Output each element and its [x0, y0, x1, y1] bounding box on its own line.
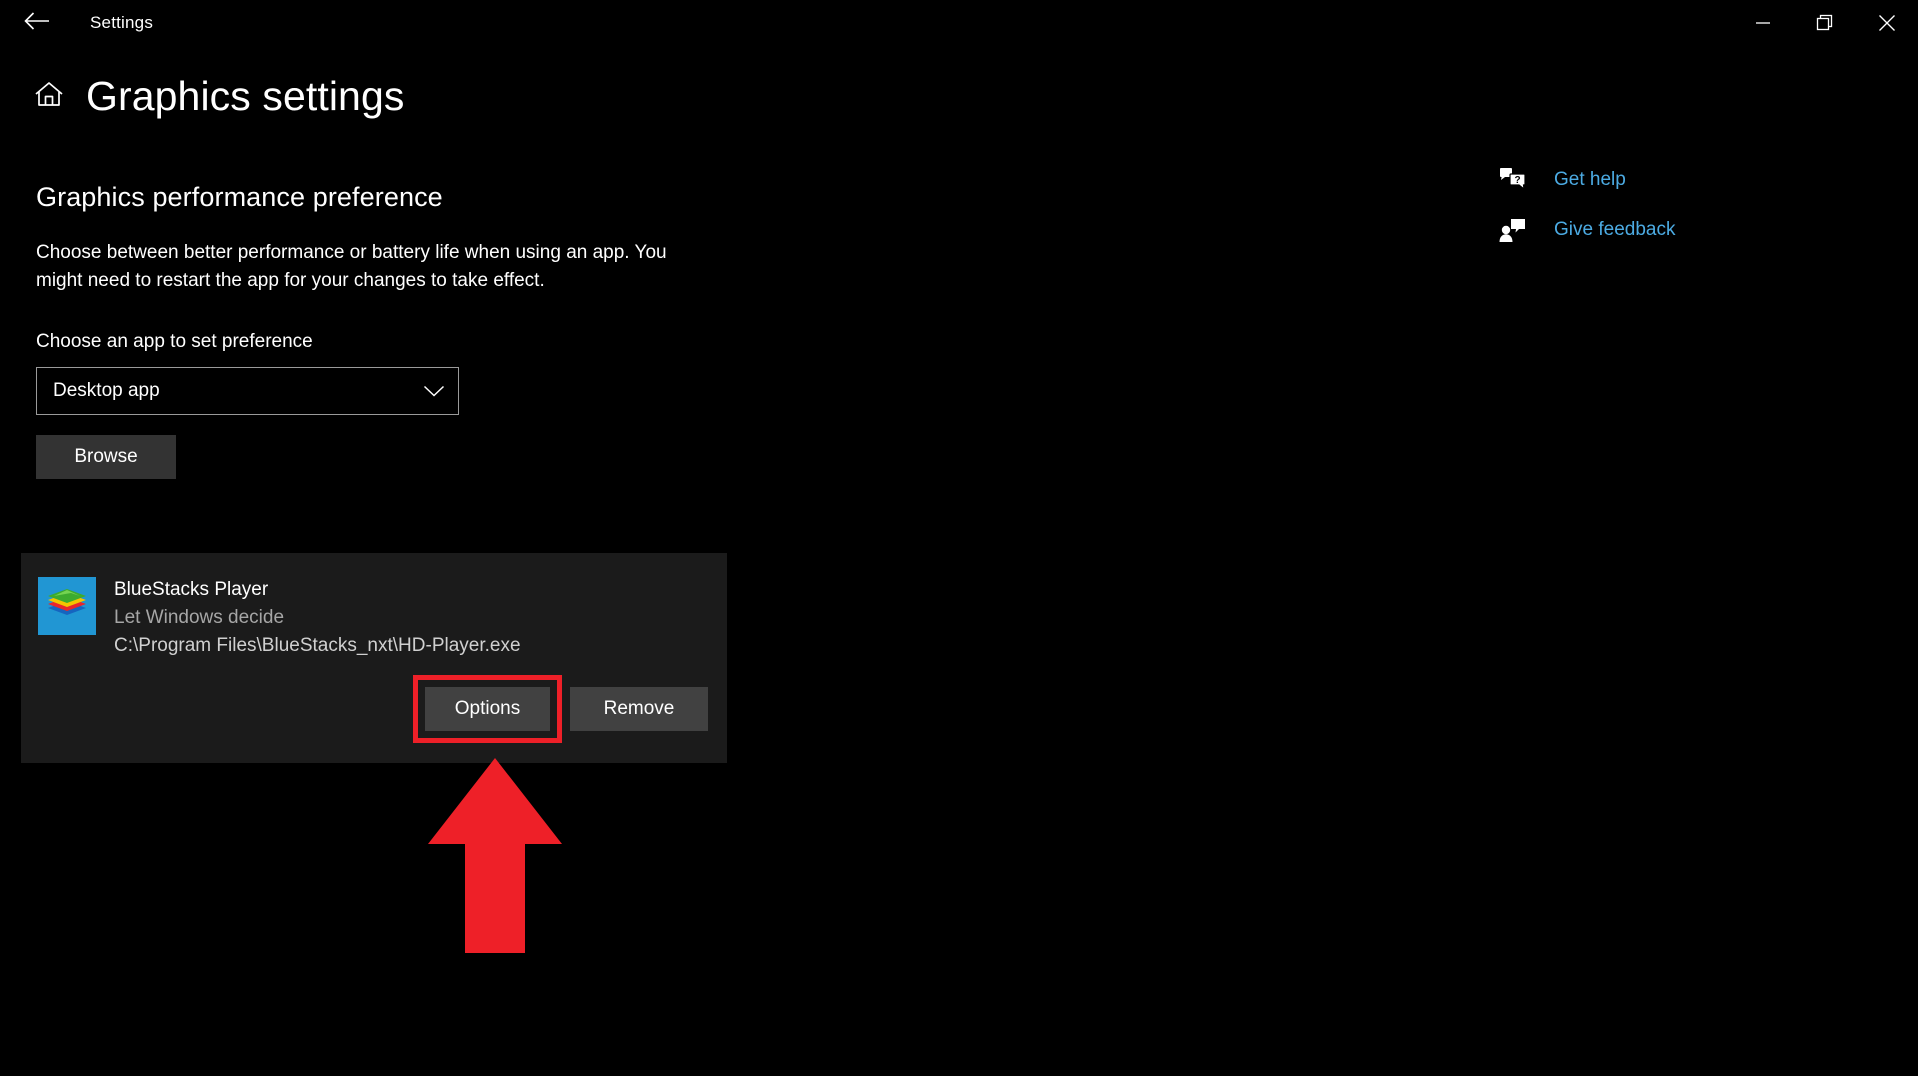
app-name: BlueStacks Player	[114, 579, 269, 600]
app-entry-card: BlueStacks Player Let Windows decide C:\…	[21, 553, 727, 763]
section-heading: Graphics performance preference	[36, 182, 443, 212]
close-button[interactable]	[1856, 0, 1918, 46]
app-actions: Options Remove	[413, 675, 708, 743]
back-arrow-icon	[24, 11, 50, 35]
restore-icon	[1816, 14, 1834, 32]
minimize-icon	[1755, 17, 1771, 29]
options-button[interactable]: Options	[425, 687, 550, 731]
page-title: Graphics settings	[86, 73, 405, 119]
get-help-icon: ?	[1498, 165, 1532, 195]
main-content: Graphics performance preference Choose b…	[36, 182, 736, 480]
give-feedback-label: Give feedback	[1554, 219, 1676, 240]
remove-button[interactable]: Remove	[570, 687, 708, 731]
app-path: C:\Program Files\BlueStacks_nxt\HD-Playe…	[114, 635, 521, 656]
browse-button[interactable]: Browse	[36, 435, 176, 480]
minimize-button[interactable]	[1732, 0, 1794, 46]
app-select-label: Choose an app to set preference	[36, 331, 313, 353]
get-help-label: Get help	[1554, 169, 1626, 190]
app-type-dropdown[interactable]: Desktop app	[36, 367, 459, 416]
chevron-down-icon	[423, 384, 445, 398]
app-info: BlueStacks Player Let Windows decide C:\…	[114, 577, 521, 657]
window-controls	[1732, 0, 1918, 46]
page-header: Graphics settings	[30, 73, 405, 119]
bluestacks-app-icon	[38, 577, 96, 635]
svg-text:?: ?	[1514, 175, 1520, 186]
window-title: Settings	[90, 13, 154, 32]
red-up-arrow-annotation	[428, 758, 562, 953]
maximize-button[interactable]	[1794, 0, 1856, 46]
give-feedback-link[interactable]: Give feedback	[1498, 215, 1918, 245]
app-preference-value: Let Windows decide	[114, 607, 285, 628]
close-icon	[1878, 14, 1896, 32]
give-feedback-icon	[1498, 215, 1532, 245]
get-help-link[interactable]: ? Get help	[1498, 165, 1918, 195]
section-description: Choose between better performance or bat…	[36, 242, 667, 292]
home-icon	[34, 80, 64, 113]
window-titlebar: Settings	[0, 0, 1918, 46]
home-button[interactable]	[30, 75, 68, 119]
back-button[interactable]	[8, 0, 66, 46]
help-links-panel: ? Get help Give feedback	[1498, 165, 1918, 265]
options-button-highlight: Options	[413, 675, 562, 743]
app-entry-row: BlueStacks Player Let Windows decide C:\…	[21, 553, 727, 657]
app-type-dropdown-value: Desktop app	[53, 380, 160, 402]
